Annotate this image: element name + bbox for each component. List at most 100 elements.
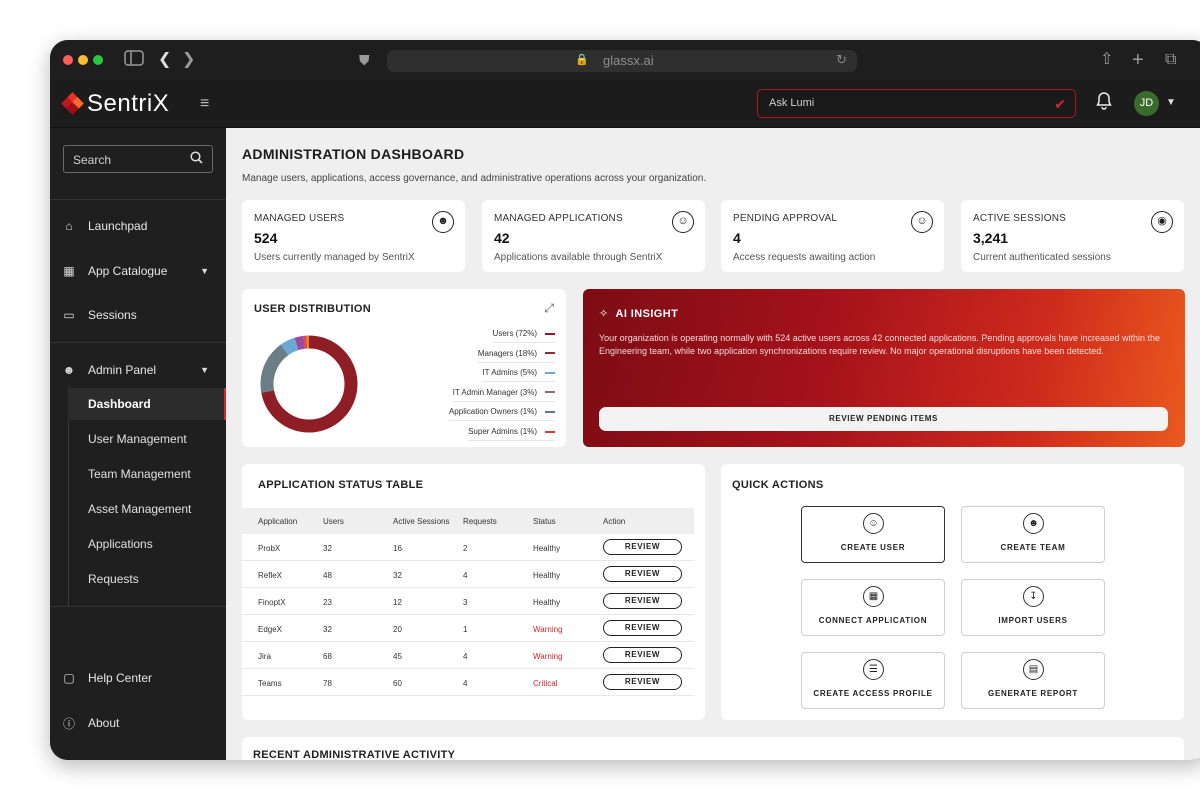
forward-icon[interactable]: ❯ [182,50,195,70]
chevron-down-icon[interactable]: ▼ [1166,97,1176,108]
shield-icon[interactable]: ⛊ [359,50,370,70]
stat-card-active-sessions[interactable]: ACTIVE SESSIONS 3,241 Current authentica… [961,200,1184,272]
qa-label: CREATE ACCESS PROFILE [813,689,933,698]
sidebar-item-sessions[interactable]: ▭ Sessions [50,300,226,330]
legend-swatch [545,332,555,335]
table-cell-app: RefleX [258,571,283,580]
table-cell-app: Jira [258,652,271,661]
review-button[interactable]: REVIEW [603,620,682,636]
sidebar-item-team-management[interactable]: Team Management [68,458,226,490]
sidebar-item-admin-panel[interactable]: ☻ Admin Panel ▼ [50,355,226,385]
review-button[interactable]: REVIEW [603,593,682,609]
expand-icon[interactable]: ⤢ [544,301,554,316]
users-icon: ☻ [432,211,454,233]
legend-item: Super Admins (1%) [468,423,555,441]
address-bar[interactable]: 🔒 glassx.ai ↻ [387,50,857,72]
share-icon[interactable]: ⇧ [1100,50,1113,70]
sidebar-item-applications[interactable]: Applications [68,528,226,560]
recent-activity-card: RECENT ADMINISTRATIVE ACTIVITY [242,737,1184,760]
users-icon: ☻ [1023,513,1044,534]
table-cell-requests: 4 [463,652,468,661]
sidebar-item-about[interactable]: ⓘ About [50,708,226,738]
logo[interactable]: SentriX [61,90,170,117]
sidebar-item-user-management[interactable]: User Management [68,423,226,455]
sidebar-item-help-center[interactable]: ▢ Help Center [50,663,226,693]
table-cell-status: Warning [533,625,563,634]
user-plus-icon: ☺ [863,513,884,534]
browser-window: ❮ ❯ ⛊ 🔒 glassx.ai ↻ ⇧ + ⧉ SentriX ≡ Ask … [50,40,1200,760]
legend-item: Managers (18%) [477,345,555,363]
grid-icon: ▦ [63,264,75,278]
divider [50,606,226,607]
ask-lumi-input[interactable]: Ask Lumi ✔ [757,89,1076,118]
apps-icon: ▦ [863,586,884,607]
sidebar-item-launchpad[interactable]: ⌂ Launchpad [50,211,226,241]
chart-title: USER DISTRIBUTION [254,303,371,315]
stat-title: ACTIVE SESSIONS [973,213,1067,224]
search-icon [190,151,203,167]
table-cell-sessions: 60 [393,679,402,688]
stat-title: MANAGED APPLICATIONS [494,213,623,224]
legend-item: IT Admins (5%) [482,364,555,383]
column-header: Action [603,517,626,526]
connect-application-button[interactable]: ▦ CONNECT APPLICATION [801,579,945,636]
help-icon: ⓘ [62,716,75,731]
qa-label: CREATE TEAM [1000,543,1066,552]
maximize-window-button[interactable] [93,55,103,65]
sidebar-toggle-icon[interactable] [124,50,144,72]
stat-card-pending-approval[interactable]: PENDING APPROVAL 4 Access requests await… [721,200,944,272]
column-header: Active Sessions [393,517,450,526]
sidebar-item-label: Sessions [88,308,137,322]
stat-description: Current authenticated sessions [973,252,1111,263]
fingerprint-icon: ◉ [1151,211,1173,233]
sparkle-icon: ✧ [599,308,616,320]
table-cell-app: ProbX [258,544,281,553]
stat-card-managed-applications[interactable]: MANAGED APPLICATIONS 42 Applications ava… [482,200,705,272]
review-button[interactable]: REVIEW [603,566,682,582]
tabs-icon[interactable]: ⧉ [1165,50,1176,70]
sidebar-item-asset-management[interactable]: Asset Management [68,493,226,525]
legend-label: Application Owners (1%) [448,407,537,417]
chevron-down-icon: ▼ [200,365,209,375]
recent-activity-title: RECENT ADMINISTRATIVE ACTIVITY [253,749,456,760]
back-icon[interactable]: ❮ [158,50,171,70]
table-cell-status: Healthy [533,598,561,607]
close-window-button[interactable] [63,55,73,65]
sidebar-item-app-catalogue[interactable]: ▦ App Catalogue ▼ [50,256,226,286]
new-tab-icon[interactable]: + [1132,50,1144,70]
application-status-card: APPLICATION STATUS TABLE Application Use… [242,464,705,720]
legend-item: Users (72%) [492,325,555,343]
logo-text: SentriX [87,90,170,117]
table-cell-requests: 2 [463,544,468,553]
legend-label: Managers (18%) [477,348,537,358]
minimize-window-button[interactable] [78,55,88,65]
table-cell-users: 32 [323,544,332,553]
import-users-button[interactable]: ↧ IMPORT USERS [961,579,1105,636]
review-pending-items-button[interactable]: REVIEW PENDING ITEMS [599,407,1168,431]
reload-icon[interactable]: ↻ [836,52,847,68]
bell-icon[interactable] [1096,92,1112,115]
menu-collapse-icon[interactable]: ≡ [200,95,209,113]
stat-description: Users currently managed by SentriX [254,252,415,263]
create-team-button[interactable]: ☻ CREATE TEAM [961,506,1105,563]
create-access-profile-button[interactable]: ☰ CREATE ACCESS PROFILE [801,652,945,709]
review-button[interactable]: REVIEW [603,647,682,663]
quick-actions-card: QUICK ACTIONS ☺ CREATE USER ☻ CREATE TEA… [721,464,1184,720]
sidebar-item-requests[interactable]: Requests [68,563,226,595]
search-input[interactable]: Search [63,145,213,173]
lock-icon: 🔒 [575,54,589,66]
sidebar-item-label: About [88,716,120,730]
logo-mark-icon [61,92,84,115]
legend-label: Super Admins (1%) [468,427,537,436]
generate-report-button[interactable]: ▤ GENERATE REPORT [961,652,1105,709]
sidebar-item-dashboard[interactable]: Dashboard [68,388,226,420]
review-button[interactable]: REVIEW [603,674,682,690]
stat-card-managed-users[interactable]: MANAGED USERS 524 Users currently manage… [242,200,465,272]
stat-value: 524 [254,230,278,246]
column-header: Requests [463,517,497,526]
create-user-button[interactable]: ☺ CREATE USER [801,506,945,563]
table-cell-status: Healthy [533,571,561,580]
avatar[interactable]: JD [1134,91,1159,116]
review-button[interactable]: REVIEW [603,539,682,555]
legend-label: Users (72%) [492,329,537,338]
